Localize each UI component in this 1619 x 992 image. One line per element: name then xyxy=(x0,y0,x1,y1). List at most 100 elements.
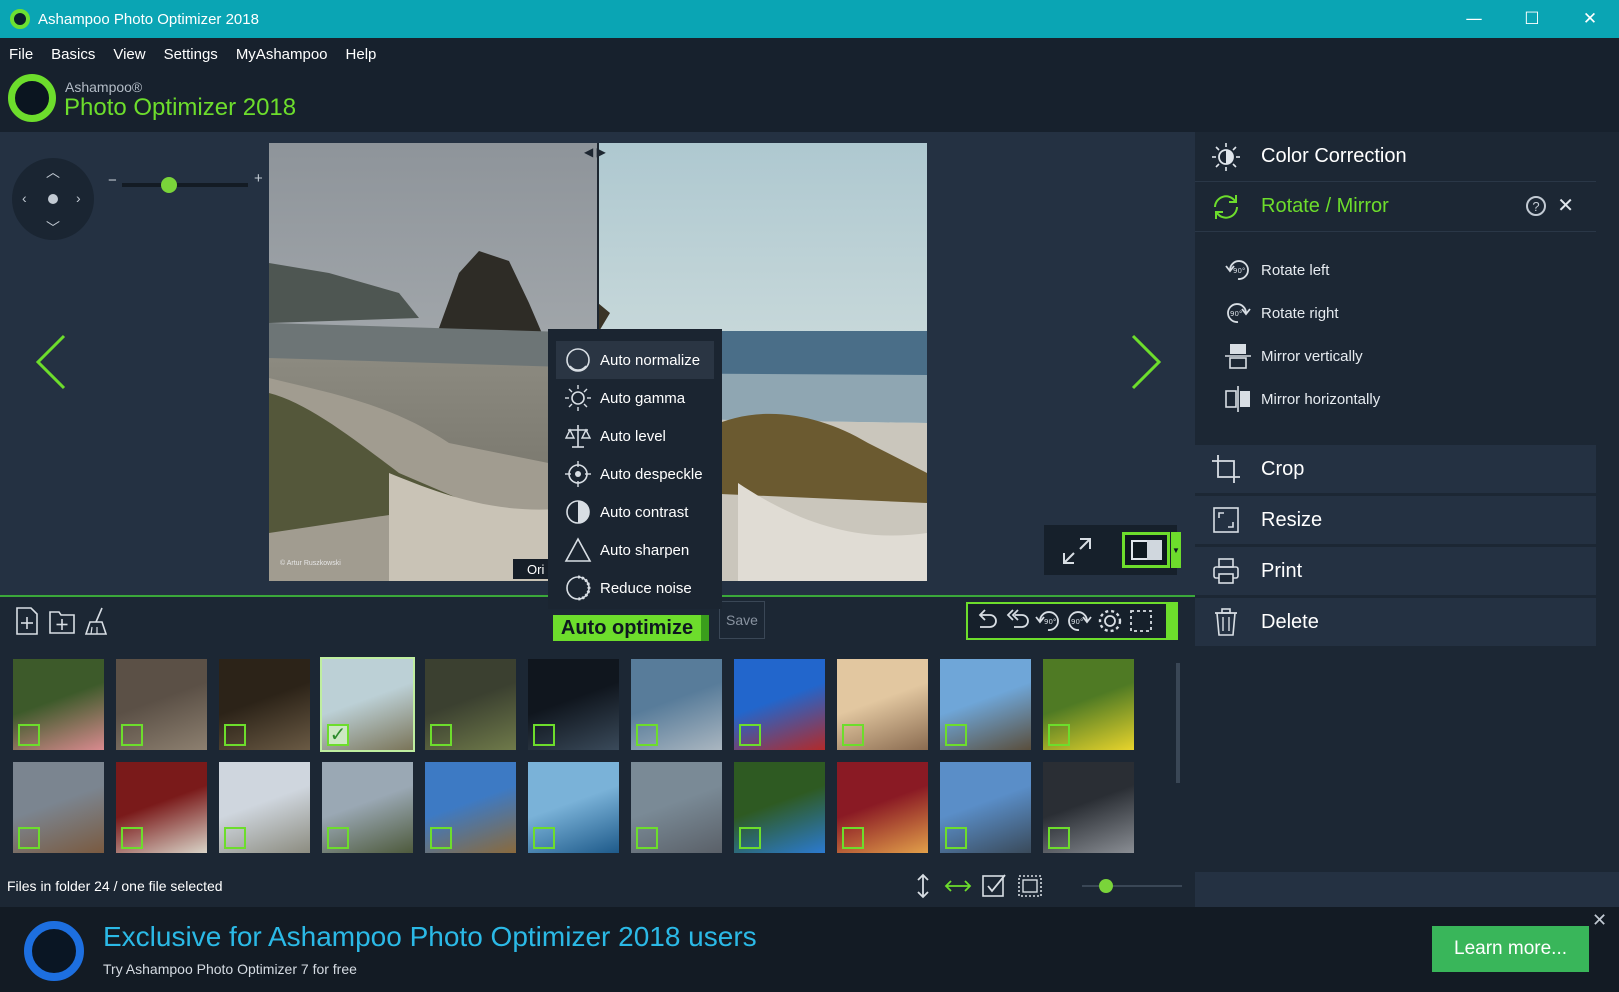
thumbnail-scrollbar[interactable] xyxy=(1176,663,1180,783)
help-icon[interactable]: ? xyxy=(1526,196,1546,216)
thumbnail-size-slider[interactable] xyxy=(1082,885,1182,887)
thumbnail-checkbox[interactable]: ✓ xyxy=(327,724,349,746)
rotate-right-item[interactable]: 90° Rotate right xyxy=(1223,298,1339,328)
resize-tool[interactable]: Resize xyxy=(1195,496,1596,546)
rotate-right-90-icon[interactable]: 90° xyxy=(1065,607,1093,635)
thumbnail-checkbox[interactable] xyxy=(430,827,452,849)
auto-menu-item[interactable]: Auto gamma xyxy=(548,379,722,417)
split-handle-icon[interactable]: ◀ ▶ xyxy=(584,145,606,159)
thumbnail-yellow-flowers[interactable] xyxy=(1043,659,1134,750)
thumbnail-checkbox[interactable] xyxy=(636,724,658,746)
auto-optimize-button[interactable]: Auto optimize xyxy=(553,615,701,641)
thumbnail-macaw[interactable] xyxy=(734,762,825,853)
auto-menu-item[interactable]: Auto normalize xyxy=(556,341,714,379)
zoom-out-button[interactable]: − xyxy=(108,172,117,189)
thumbnail-checkbox[interactable] xyxy=(224,724,246,746)
navigation-pad[interactable]: ︿ ﹀ ‹ › xyxy=(12,158,94,240)
auto-menu-item[interactable]: Auto sharpen xyxy=(548,531,722,569)
undo-all-icon[interactable] xyxy=(1003,607,1031,635)
mirror-vertically-item[interactable]: Mirror vertically xyxy=(1223,341,1363,371)
thumbnail-checkbox[interactable] xyxy=(533,724,555,746)
print-tool[interactable]: Print xyxy=(1195,547,1596,597)
thumbnail-egret[interactable] xyxy=(631,659,722,750)
auto-menu-item[interactable]: Auto contrast xyxy=(548,493,722,531)
crop-tool[interactable]: Crop xyxy=(1195,445,1596,495)
next-image-arrow-icon[interactable] xyxy=(1125,332,1165,392)
thumbnail-city-night[interactable] xyxy=(528,659,619,750)
rotate-left-item[interactable]: 90° Rotate left xyxy=(1223,255,1329,285)
thumbnail-coast[interactable] xyxy=(322,762,413,853)
rotate-left-90-icon[interactable]: 90° xyxy=(1034,607,1062,635)
zoom-slider[interactable] xyxy=(122,183,248,187)
auto-menu-item[interactable]: Reduce noise xyxy=(548,569,722,607)
thumbnail-checkbox[interactable] xyxy=(18,827,40,849)
thumbnail-checkbox[interactable] xyxy=(121,827,143,849)
add-folder-icon[interactable] xyxy=(47,605,77,637)
thumbnail-checkbox[interactable] xyxy=(1048,724,1070,746)
rotate-mirror-header[interactable]: Rotate / Mirror ? ✕ xyxy=(1195,182,1596,232)
minimize-button[interactable]: — xyxy=(1445,0,1503,38)
fullscreen-icon[interactable] xyxy=(1060,535,1094,567)
edit-tools-dropdown[interactable] xyxy=(1168,602,1178,640)
auto-optimize-dropdown[interactable] xyxy=(701,615,709,641)
thumbnail-island[interactable] xyxy=(425,762,516,853)
thumbnail-checkbox[interactable] xyxy=(18,724,40,746)
menu-basics[interactable]: Basics xyxy=(42,46,104,66)
thumbnail-barrels[interactable] xyxy=(219,659,310,750)
thumbnail-checkbox[interactable] xyxy=(121,724,143,746)
thumbnail-checkbox[interactable] xyxy=(533,827,555,849)
thumbnail-checkbox[interactable] xyxy=(842,827,864,849)
menu-settings[interactable]: Settings xyxy=(155,46,227,66)
thumbnail-checkbox[interactable] xyxy=(1048,827,1070,849)
thumbnail-checkbox[interactable] xyxy=(430,724,452,746)
thumbnail-canal[interactable] xyxy=(13,762,104,853)
settings-gear-icon[interactable] xyxy=(1096,607,1124,635)
thumbnail-truck[interactable] xyxy=(631,762,722,853)
close-panel-icon[interactable]: ✕ xyxy=(1557,193,1574,217)
thumbnail-checkbox[interactable] xyxy=(842,724,864,746)
thumbnail-checkbox[interactable] xyxy=(327,827,349,849)
thumbnail-checkbox[interactable] xyxy=(945,827,967,849)
select-all-icon[interactable] xyxy=(980,873,1008,899)
thumbnail-woman-hat[interactable] xyxy=(734,659,825,750)
thumbnail-monkey[interactable] xyxy=(116,659,207,750)
zoom-slider-handle[interactable] xyxy=(160,177,177,193)
auto-menu-item[interactable]: Auto despeckle xyxy=(548,455,722,493)
learn-more-button[interactable]: Learn more... xyxy=(1432,926,1589,972)
previous-image-arrow-icon[interactable] xyxy=(32,332,72,392)
menu-myashampoo[interactable]: MyAshampoo xyxy=(227,46,337,66)
thumbnail-skyline[interactable] xyxy=(1043,762,1134,853)
auto-menu-item[interactable]: Auto level xyxy=(548,417,722,455)
menu-help[interactable]: Help xyxy=(337,46,386,66)
nav-left-icon[interactable]: ‹ xyxy=(22,190,27,206)
undo-icon[interactable] xyxy=(972,607,1000,635)
zoom-in-button[interactable]: + xyxy=(254,170,263,187)
horizontal-fit-icon[interactable] xyxy=(944,873,972,899)
thumbnail-desert[interactable] xyxy=(837,659,928,750)
thumbnail-spoonbill[interactable] xyxy=(13,659,104,750)
clear-broom-icon[interactable] xyxy=(82,605,112,637)
selection-icon[interactable] xyxy=(1127,607,1155,635)
deselect-all-icon[interactable] xyxy=(1016,873,1044,899)
close-button[interactable]: ✕ xyxy=(1561,0,1619,38)
thumbnail-blue-car[interactable] xyxy=(528,762,619,853)
new-file-icon[interactable] xyxy=(12,605,42,637)
color-correction-header[interactable]: Color Correction xyxy=(1195,132,1596,182)
nav-center-icon[interactable] xyxy=(48,194,58,204)
vertical-fit-icon[interactable] xyxy=(909,873,937,899)
split-view-toggle[interactable] xyxy=(1122,532,1170,568)
thumbnail-checkbox[interactable] xyxy=(945,724,967,746)
thumbnail-eiffel[interactable] xyxy=(940,659,1031,750)
thumbnail-size-handle[interactable] xyxy=(1099,879,1114,893)
view-mode-dropdown[interactable]: ▼ xyxy=(1171,532,1181,568)
thumbnail-lighthouse[interactable] xyxy=(219,762,310,853)
thumbnail-tailor[interactable] xyxy=(116,762,207,853)
nav-up-icon[interactable]: ︿ xyxy=(46,162,60,182)
thumbnail-haystack-rock[interactable]: ✓ xyxy=(320,657,415,752)
promo-close-icon[interactable]: ✕ xyxy=(1592,910,1607,931)
menu-view[interactable]: View xyxy=(104,46,154,66)
thumbnail-cat[interactable] xyxy=(837,762,928,853)
nav-right-icon[interactable]: › xyxy=(76,190,81,206)
maximize-button[interactable]: ☐ xyxy=(1503,0,1561,38)
thumbnail-hoopoe[interactable] xyxy=(425,659,516,750)
